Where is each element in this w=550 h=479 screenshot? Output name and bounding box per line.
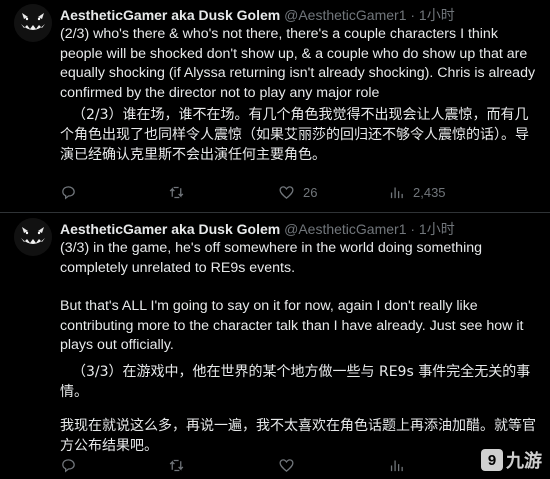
watermark-logo-icon: 9 (481, 449, 503, 471)
timestamp[interactable]: · 1小时 (410, 7, 454, 23)
tweet-paragraph: But that's ALL I'm going to say on it fo… (60, 298, 524, 353)
retweet-button[interactable] (168, 181, 193, 203)
watermark-text: 九游 (506, 451, 542, 471)
reply-icon (62, 458, 75, 472)
views-chart-icon (390, 460, 403, 471)
tweet-actions: 26 2,435 (60, 181, 540, 203)
heart-icon (279, 458, 294, 472)
tweet-header: AestheticGamer aka Dusk Golem @Aesthetic… (60, 6, 455, 24)
tweet-text: (3/3) in the game, he's off somewhere in… (60, 239, 538, 356)
reply-button[interactable] (60, 454, 85, 476)
tweet-text: (2/3) who's there & who's not there, the… (60, 25, 538, 103)
like-count: 26 (303, 184, 318, 200)
demon-avatar-icon (14, 4, 52, 42)
reply-button[interactable] (60, 181, 85, 203)
timestamp[interactable]: · 1小时 (410, 221, 454, 237)
tweet-header: AestheticGamer aka Dusk Golem @Aesthetic… (60, 220, 455, 238)
author-handle[interactable]: @AestheticGamer1 (284, 221, 406, 237)
tweet-2[interactable]: AestheticGamer aka Dusk Golem @Aesthetic… (0, 214, 550, 479)
translation-paragraph: （3/3）在游戏中，他在世界的某个地方做一些与 RE9s 事件完全无关的事情。 (60, 364, 531, 400)
author-name[interactable]: AestheticGamer aka Dusk Golem (60, 7, 280, 23)
tweet-paragraph: (3/3) in the game, he's off somewhere in… (60, 240, 483, 276)
retweet-icon (169, 186, 184, 198)
tweet-translation: （2/3）谁在场，谁不在场。有几个角色我觉得不出现会让人震惊，而有几个角色出现了… (60, 105, 538, 165)
views-chart-icon (390, 187, 403, 198)
tweet-divider (0, 212, 550, 213)
translation-paragraph: 我现在就说这么多，再说一遍，我不太喜欢在角色话题上再添油加醋。就等官方公布结果吧… (60, 418, 536, 454)
tweet-translation: （3/3）在游戏中，他在世界的某个地方做一些与 RE9s 事件完全无关的事情。 … (60, 362, 538, 456)
avatar[interactable] (14, 218, 52, 256)
tweet-paragraph: (2/3) who's there & who's not there, the… (60, 26, 536, 101)
views-count: 2,435 (413, 184, 446, 200)
site-watermark: 9 九游 (481, 447, 542, 473)
tweet-1[interactable]: AestheticGamer aka Dusk Golem @Aesthetic… (0, 0, 550, 213)
views-button[interactable] (388, 454, 413, 476)
heart-icon (279, 185, 294, 199)
views-button[interactable]: 2,435 (388, 181, 446, 203)
author-handle[interactable]: @AestheticGamer1 (284, 7, 406, 23)
like-button[interactable]: 26 (278, 181, 317, 203)
retweet-icon (169, 459, 184, 471)
tweet-actions (60, 454, 540, 476)
translation-paragraph: （2/3）谁在场，谁不在场。有几个角色我觉得不出现会让人震惊，而有几个角色出现了… (60, 107, 529, 163)
demon-avatar-icon (14, 218, 52, 256)
author-name[interactable]: AestheticGamer aka Dusk Golem (60, 221, 280, 237)
reply-icon (62, 185, 75, 199)
retweet-button[interactable] (168, 454, 193, 476)
avatar[interactable] (14, 4, 52, 42)
like-button[interactable] (278, 454, 303, 476)
